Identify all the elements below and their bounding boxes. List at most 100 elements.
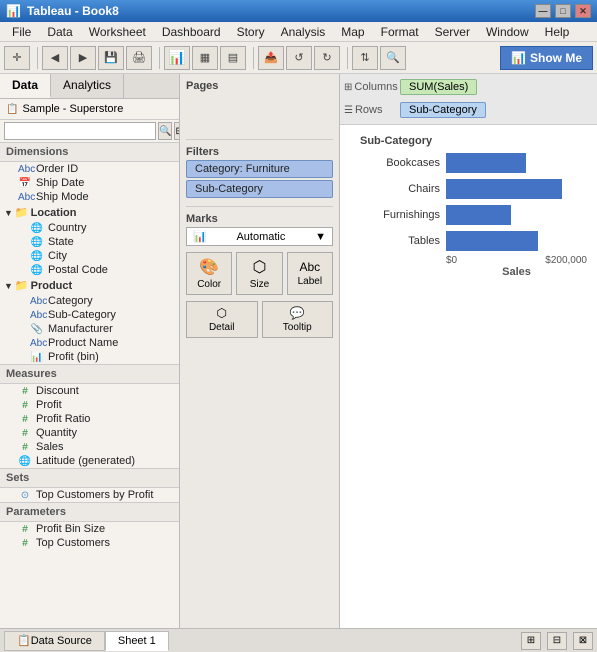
field-category[interactable]: Abc Category [0,294,179,308]
toolbar-chart2[interactable]: ▦ [192,46,218,70]
bar-fill-chairs [446,179,562,199]
menu-window[interactable]: Window [478,23,537,41]
set-top-customers[interactable]: ⊙ Top Customers by Profit [0,488,179,502]
marks-section: Marks 📊 Automatic ▼ 🎨 Color ⬡ Size Abc L… [186,213,333,622]
measure-icon-ratio: # [18,414,32,425]
measure-discount[interactable]: # Discount [0,384,179,398]
search-button[interactable]: 🔍 [158,122,172,140]
group-product-header[interactable]: ▼ 📁 Product [0,277,179,294]
new-story-button[interactable]: ⊠ [573,632,593,650]
size-icon: ⬡ [253,257,267,277]
middle-panel: Pages Filters Category: Furniture Sub-Ca… [180,74,340,628]
toolbar-filter[interactable]: 🔍 [380,46,406,70]
datasource-tab-label: Data Source [31,635,92,647]
mark-detail-button[interactable]: ⬡ Detail [186,301,258,338]
show-me-label: Show Me [530,51,582,65]
bar-row-chairs: Chairs [360,179,587,199]
tab-data[interactable]: Data [0,74,51,98]
bar-chart: Bookcases Chairs Furnishings [360,153,587,251]
field-manufacturer[interactable]: 📎 Manufacturer [0,322,179,336]
chart-area: Sub-Category Bookcases Chairs [340,125,597,628]
group-location-header[interactable]: ▼ 📁 Location [0,204,179,221]
new-dashboard-button[interactable]: ⊟ [547,632,567,650]
toolbar-chart1[interactable]: 📊 [164,46,190,70]
x-axis: $0 $200,000 [360,255,587,266]
sheet1-tab-label: Sheet 1 [118,635,156,647]
toolbar-publish[interactable]: 📤 [258,46,284,70]
toolbar-save[interactable]: 💾 [98,46,124,70]
measure-profit[interactable]: # Profit [0,398,179,412]
minimize-button[interactable]: — [535,4,551,18]
data-analytics-tabs: Data Analytics [0,74,179,99]
toolbar-refresh[interactable]: ↺ [286,46,312,70]
app-title: Tableau - Book8 [27,4,119,18]
toolbar-refresh2[interactable]: ↻ [314,46,340,70]
group-folder-icon: 📁 [15,206,29,219]
field-country[interactable]: 🌐 Country [0,221,179,235]
field-ship-date[interactable]: 📅 Ship Date [0,176,179,190]
app-icon: 📊 [6,4,21,18]
color-label: Color [197,279,221,290]
toolbar-forward[interactable]: ▶ [70,46,96,70]
menu-data[interactable]: Data [39,23,80,41]
field-sub-category[interactable]: Abc Sub-Category [0,308,179,322]
search-input[interactable] [4,122,156,140]
menu-format[interactable]: Format [373,23,427,41]
field-ship-mode[interactable]: Abc Ship Mode [0,190,179,204]
menu-server[interactable]: Server [427,23,478,41]
field-postal-code[interactable]: 🌐 Postal Code [0,263,179,277]
menu-file[interactable]: File [4,23,39,41]
mark-tooltip-button[interactable]: 💬 Tooltip [262,301,334,338]
title-bar-title: 📊 Tableau - Book8 [6,4,119,18]
parameters-header: Parameters [0,502,179,522]
detail-label: Detail [209,322,235,333]
menu-analysis[interactable]: Analysis [273,23,334,41]
toolbar-crosshair[interactable]: ✛ [4,46,30,70]
tab-analytics[interactable]: Analytics [51,74,124,98]
show-me-button[interactable]: 📊 Show Me [500,46,593,70]
param-top-customers[interactable]: # Top Customers [0,536,179,550]
field-text2-icon: Abc [18,192,32,203]
menu-story[interactable]: Story [229,23,273,41]
measure-sales[interactable]: # Sales [0,440,179,454]
field-profit-bin[interactable]: 📊 Profit (bin) [0,350,179,364]
size-label: Size [250,279,269,290]
param-profit-bin-size[interactable]: # Profit Bin Size [0,522,179,536]
bar-row-tables: Tables [360,231,587,251]
datasource-tab[interactable]: 📋 Data Source [4,631,105,651]
toolbar-back[interactable]: ◀ [42,46,68,70]
toolbar-print[interactable]: 🖨 [126,46,152,70]
field-product-name[interactable]: Abc Product Name [0,336,179,350]
bar-track-furnishings [446,205,587,225]
measure-latitude[interactable]: 🌐 Latitude (generated) [0,454,179,468]
mark-size-button[interactable]: ⬡ Size [236,252,282,295]
sheet1-tab[interactable]: Sheet 1 [105,631,169,651]
datasource-name[interactable]: Sample - Superstore [22,103,123,115]
rows-pill[interactable]: Sub-Category [400,102,486,118]
menu-dashboard[interactable]: Dashboard [154,23,229,41]
filter-sub-category[interactable]: Sub-Category [186,180,333,198]
marks-type-select[interactable]: 📊 Automatic ▼ [186,227,333,246]
field-state[interactable]: 🌐 State [0,235,179,249]
main-area: Data Analytics 📋 Sample - Superstore 🔍 ⊞… [0,74,597,628]
mark-color-button[interactable]: 🎨 Color [186,252,232,295]
measure-profit-ratio[interactable]: # Profit Ratio [0,412,179,426]
measures-header: Measures [0,364,179,384]
field-city[interactable]: 🌐 City [0,249,179,263]
new-worksheet-button[interactable]: ⊞ [521,632,541,650]
mark-label-button[interactable]: Abc Label [287,252,333,295]
toolbar-chart3[interactable]: ▤ [220,46,246,70]
filter-category[interactable]: Category: Furniture [186,160,333,178]
toolbar-sep-4 [344,47,348,69]
columns-pill[interactable]: SUM(Sales) [400,79,477,95]
menu-map[interactable]: Map [333,23,372,41]
menu-help[interactable]: Help [537,23,578,41]
bar-label-furnishings: Furnishings [360,209,440,221]
maximize-button[interactable]: □ [555,4,571,18]
measure-quantity[interactable]: # Quantity [0,426,179,440]
menu-worksheet[interactable]: Worksheet [81,23,154,41]
toolbar-sort[interactable]: ⇅ [352,46,378,70]
x-tick-1: $200,000 [545,255,587,266]
close-button[interactable]: ✕ [575,4,591,18]
field-order-id[interactable]: Abc Order ID [0,162,179,176]
